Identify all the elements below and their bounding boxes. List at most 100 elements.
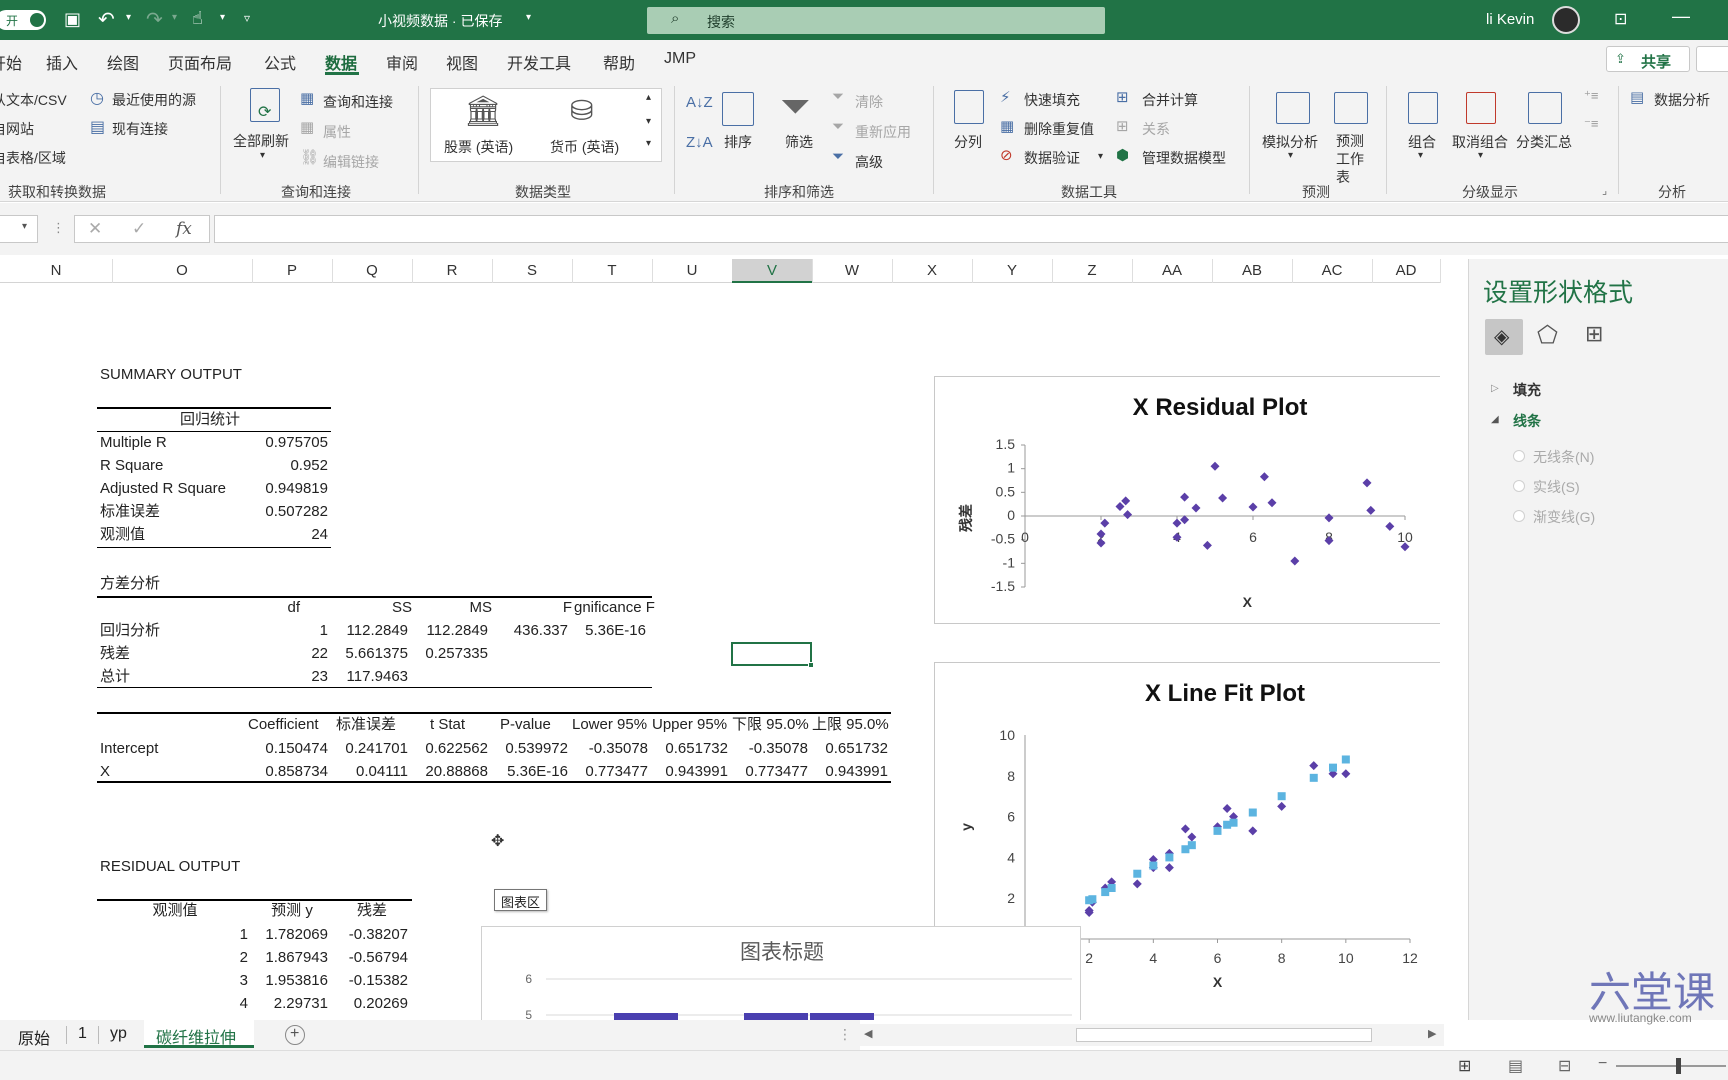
- ribbon-display-icon[interactable]: ⊡: [1614, 9, 1627, 29]
- redo-icon[interactable]: ↷: [146, 7, 163, 32]
- what-if-icon[interactable]: [1276, 92, 1310, 124]
- undo-dropdown-icon[interactable]: ▾: [126, 12, 131, 23]
- filter-button[interactable]: 筛选: [785, 132, 813, 152]
- h-scroll-thumb[interactable]: [1076, 1028, 1372, 1042]
- residual-plot-chart[interactable]: X Residual Plot1.510.50-0.5-1-1.50246810…: [934, 376, 1440, 624]
- fill-handle[interactable]: [808, 662, 814, 668]
- queries-connections-button[interactable]: 查询和连接: [323, 92, 393, 112]
- column-header-v[interactable]: V: [732, 259, 812, 283]
- column-header-ac[interactable]: AC: [1292, 262, 1372, 279]
- flash-fill-button[interactable]: 快速填充: [1024, 90, 1080, 110]
- sheet-tab-yp[interactable]: yp: [110, 1025, 127, 1043]
- ungroup-dropdown-icon[interactable]: ▾: [1478, 150, 1483, 161]
- name-box[interactable]: [0, 215, 38, 243]
- column-header-n[interactable]: N: [0, 262, 112, 279]
- line-expand-icon[interactable]: ◢: [1491, 414, 1499, 425]
- show-detail-icon[interactable]: ⁺≡: [1584, 88, 1598, 104]
- existing-connections-button[interactable]: 现有连接: [112, 119, 168, 139]
- refresh-all-button[interactable]: 全部刷新: [233, 131, 289, 151]
- data-model-icon[interactable]: ⬢: [1116, 146, 1129, 164]
- touch-mode-icon[interactable]: ☝: [192, 8, 203, 29]
- queries-icon[interactable]: ▦: [300, 89, 314, 107]
- zoom-slider[interactable]: [1616, 1065, 1726, 1067]
- zoom-out-icon[interactable]: −: [1598, 1055, 1607, 1073]
- data-validation-icon[interactable]: ⊘: [1000, 146, 1013, 164]
- currency-icon[interactable]: ⛁: [570, 94, 593, 127]
- insert-function-icon[interactable]: fx: [176, 219, 192, 239]
- touch-dropdown-icon[interactable]: ▾: [220, 12, 225, 23]
- zoom-slider-thumb[interactable]: [1676, 1058, 1681, 1074]
- gallery-up-icon[interactable]: ▴: [646, 92, 651, 103]
- effects-icon[interactable]: ⬠: [1537, 321, 1558, 350]
- tab-insert[interactable]: 插入: [46, 50, 78, 74]
- tab-review[interactable]: 审阅: [386, 50, 418, 74]
- tab-help[interactable]: 帮助: [603, 50, 635, 74]
- column-header-u[interactable]: U: [652, 262, 732, 279]
- sheet-tab-active[interactable]: 碳纤维拉伸: [144, 1020, 254, 1048]
- tab-data[interactable]: 数据: [325, 50, 357, 74]
- sort-desc-icon[interactable]: Z↓A: [686, 134, 713, 151]
- group-dropdown-icon[interactable]: ▾: [1418, 150, 1423, 161]
- sheet-tab-1[interactable]: 1: [78, 1025, 87, 1043]
- minimize-icon[interactable]: —: [1672, 6, 1690, 27]
- tab-developer[interactable]: 开发工具: [507, 50, 571, 74]
- stocks-icon[interactable]: 🏛: [464, 94, 502, 129]
- hide-detail-icon[interactable]: ⁻≡: [1584, 116, 1598, 132]
- column-header-y[interactable]: Y: [972, 262, 1052, 279]
- data-analysis-icon[interactable]: ▤: [1630, 88, 1644, 106]
- filter-icon[interactable]: ⏷: [780, 86, 810, 129]
- column-header-q[interactable]: Q: [332, 262, 412, 279]
- tab-jmp[interactable]: JMP: [664, 50, 696, 68]
- text-to-columns-button[interactable]: 分列: [954, 132, 982, 152]
- forecast-sheet-icon[interactable]: [1334, 92, 1368, 124]
- from-text-csv-button[interactable]: 从文本/CSV: [0, 90, 67, 110]
- tab-draw[interactable]: 绘图: [107, 50, 139, 74]
- comments-button[interactable]: [1696, 46, 1728, 72]
- what-if-button[interactable]: 模拟分析: [1262, 132, 1318, 152]
- cancel-icon[interactable]: ✕: [88, 219, 102, 239]
- gallery-more-icon[interactable]: ▾: [646, 138, 651, 149]
- sort-icon[interactable]: [722, 92, 754, 126]
- enter-icon[interactable]: ✓: [132, 219, 146, 239]
- page-layout-view-icon[interactable]: ▤: [1508, 1056, 1523, 1076]
- gradient-line-radio[interactable]: [1513, 510, 1525, 522]
- tab-page-layout[interactable]: 页面布局: [168, 50, 232, 74]
- subtotal-icon[interactable]: [1528, 92, 1562, 124]
- advanced-filter-icon[interactable]: ⏷: [832, 148, 844, 165]
- customize-qat-icon[interactable]: ▿: [244, 11, 250, 25]
- selected-cell[interactable]: [731, 642, 812, 666]
- from-web-button[interactable]: 自网站: [0, 119, 34, 139]
- fill-line-tab[interactable]: ◈: [1485, 319, 1523, 355]
- column-header-w[interactable]: W: [812, 262, 892, 279]
- outline-launcher-icon[interactable]: ⌟: [1602, 184, 1607, 197]
- subtotal-button[interactable]: 分类汇总: [1516, 132, 1572, 152]
- avatar[interactable]: [1552, 6, 1580, 34]
- redo-dropdown-icon[interactable]: ▾: [172, 12, 177, 23]
- remove-duplicates-icon[interactable]: ▦: [1000, 117, 1014, 135]
- fill-expand-icon[interactable]: ▷: [1491, 383, 1499, 394]
- no-line-radio[interactable]: [1513, 450, 1525, 462]
- tab-view[interactable]: 视图: [446, 50, 478, 74]
- scroll-right-icon[interactable]: ▶: [1428, 1027, 1436, 1040]
- consolidate-icon[interactable]: ⊞: [1116, 88, 1129, 106]
- text-to-columns-icon[interactable]: [954, 90, 984, 124]
- tab-scroll-handle-icon[interactable]: ⋮: [838, 1026, 852, 1043]
- sheet-tab-original[interactable]: 原始: [18, 1025, 50, 1049]
- column-header-s[interactable]: S: [492, 262, 572, 279]
- page-break-view-icon[interactable]: ⊟: [1558, 1056, 1571, 1076]
- column-header-ab[interactable]: AB: [1212, 262, 1292, 279]
- currency-button[interactable]: 货币 (英语): [550, 137, 619, 157]
- scroll-left-icon[interactable]: ◀: [864, 1027, 872, 1040]
- sort-asc-icon[interactable]: A↓Z: [686, 94, 713, 111]
- worksheet-grid[interactable]: SUMMARY OUTPUT 回归统计 Multiple R 0.975705 R …: [0, 283, 1440, 1020]
- tab-home[interactable]: 开始: [0, 50, 22, 74]
- no-line-label[interactable]: 无线条(N): [1533, 447, 1594, 467]
- existing-connections-icon[interactable]: ▤: [90, 117, 105, 137]
- size-properties-icon[interactable]: ⊞: [1585, 321, 1603, 347]
- column-header-t[interactable]: T: [572, 262, 652, 279]
- validation-dropdown-icon[interactable]: ▾: [1098, 151, 1103, 162]
- column-header-x[interactable]: X: [892, 262, 972, 279]
- save-icon[interactable]: ▣: [64, 9, 81, 30]
- formula-input[interactable]: [214, 215, 1728, 243]
- data-model-button[interactable]: 管理数据模型: [1142, 148, 1226, 168]
